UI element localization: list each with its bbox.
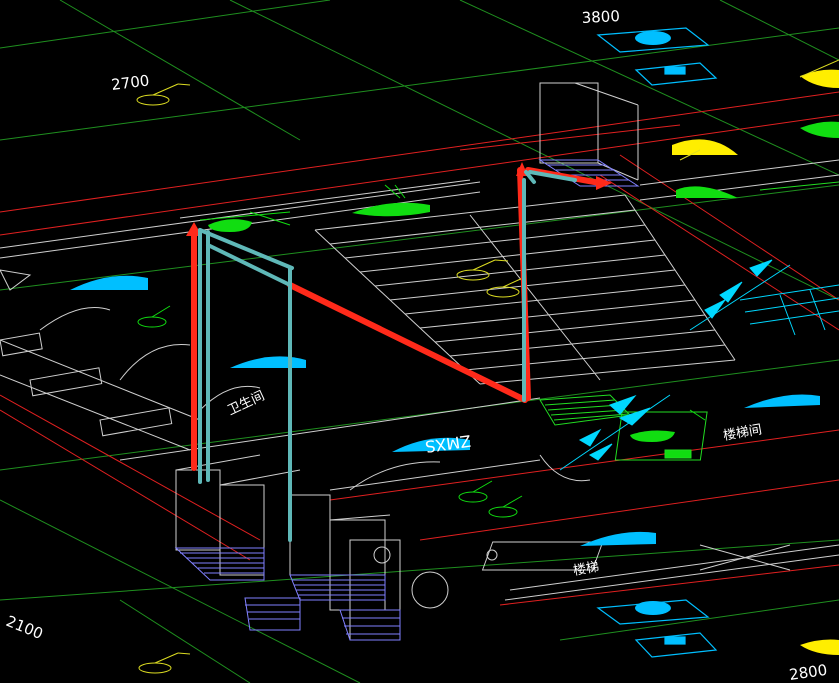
elevation-label-top-left: 2700 (110, 71, 150, 94)
room-label-toilet: 卫生间 (225, 389, 267, 419)
light-outlines (596, 27, 718, 658)
room-code-label: ZMXS (424, 431, 472, 456)
wall-lines-white (0, 82, 839, 641)
elevation-label-bottom-left: 2100 (4, 612, 46, 643)
grid-lines (0, 0, 839, 683)
room-label-stair: 楼梯间 (722, 422, 763, 444)
light-fixtures (70, 31, 820, 615)
room-label-stair-lower: 楼梯 (572, 560, 600, 579)
cad-drawing-canvas[interactable]: 2700 3800 2100 2800 楼梯间 卫生间 楼梯 ZMXS (0, 0, 839, 683)
ceiling-light-icon (635, 31, 671, 45)
hatch-bottom (174, 547, 401, 641)
cad-viewport[interactable]: 2700 3800 2100 2800 楼梯间 卫生间 楼梯 ZMXS (0, 0, 839, 683)
elevation-label-bottom-right: 2800 (788, 661, 828, 683)
elevation-label-top-right: 3800 (581, 7, 620, 27)
floor-grate (539, 181, 839, 461)
yellow-fixtures (672, 69, 839, 655)
green-outlines (199, 184, 401, 226)
